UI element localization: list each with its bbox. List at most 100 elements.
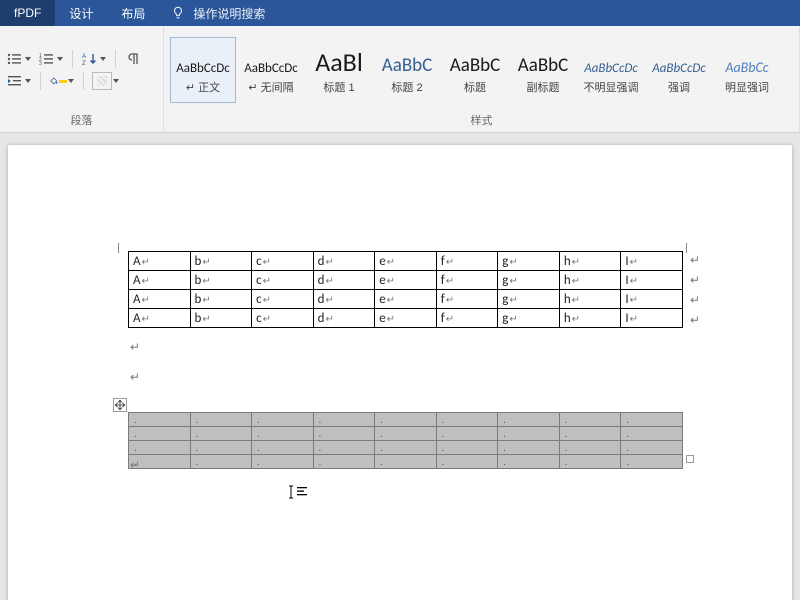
paragraph-row-2 <box>6 72 157 90</box>
tell-me-search[interactable]: 操作说明搜索 <box>169 0 265 26</box>
table-cell[interactable]: A↵ <box>129 309 191 328</box>
sort-button[interactable]: AZ <box>81 51 107 67</box>
table-cell[interactable]: . <box>559 441 621 455</box>
table-cell[interactable]: d↵ <box>313 290 375 309</box>
document-table-2[interactable]: .................................... <box>128 412 683 469</box>
table-cell[interactable]: . <box>313 455 375 469</box>
table-cell[interactable]: . <box>252 427 314 441</box>
document-table-1[interactable]: A↵b↵c↵d↵e↵f↵g↵h↵I↵A↵b↵c↵d↵e↵f↵g↵h↵I↵A↵b↵… <box>128 251 683 328</box>
table-cell[interactable]: h↵ <box>559 290 621 309</box>
table-cell[interactable]: . <box>621 427 683 441</box>
table-cell[interactable]: g↵ <box>498 271 560 290</box>
style-item-2[interactable]: AaBl标题 1 <box>306 37 372 103</box>
table-cell[interactable]: . <box>498 455 560 469</box>
table-cell[interactable]: b↵ <box>190 252 252 271</box>
table-cell[interactable]: f↵ <box>436 252 498 271</box>
table-cell[interactable]: . <box>621 441 683 455</box>
tab-layout[interactable]: 布局 <box>107 0 159 26</box>
table-cell[interactable]: . <box>436 427 498 441</box>
page[interactable]: A↵b↵c↵d↵e↵f↵g↵h↵I↵A↵b↵c↵d↵e↵f↵g↵h↵I↵A↵b↵… <box>8 145 792 600</box>
table-cell[interactable]: A↵ <box>129 252 191 271</box>
table-cell[interactable]: I↵ <box>621 309 683 328</box>
tab-pdf[interactable]: fPDF <box>0 0 55 26</box>
styles-gallery[interactable]: AaBbCcDc↵ 正文AaBbCcDc↵ 无间隔AaBl标题 1AaBbC标题… <box>170 37 793 103</box>
table-cell[interactable]: e↵ <box>375 252 437 271</box>
table-cell[interactable]: g↵ <box>498 290 560 309</box>
table-cell[interactable]: . <box>129 427 191 441</box>
table-cell[interactable]: . <box>559 427 621 441</box>
table-cell[interactable]: I↵ <box>621 271 683 290</box>
table-cell[interactable]: . <box>436 441 498 455</box>
table-cell[interactable]: . <box>313 413 375 427</box>
table-cell[interactable]: . <box>313 441 375 455</box>
show-marks-button[interactable] <box>124 51 142 67</box>
table-cell[interactable]: . <box>559 413 621 427</box>
table-cell[interactable]: h↵ <box>559 252 621 271</box>
table-cell[interactable]: . <box>621 413 683 427</box>
style-item-5[interactable]: AaBbC副标题 <box>510 37 576 103</box>
table-cell[interactable]: f↵ <box>436 290 498 309</box>
table-cell[interactable]: . <box>621 455 683 469</box>
table-cell[interactable]: . <box>375 427 437 441</box>
table-cell[interactable]: I↵ <box>621 252 683 271</box>
table-cell[interactable]: c↵ <box>252 290 314 309</box>
table-cell[interactable]: g↵ <box>498 252 560 271</box>
table-cell[interactable]: f↵ <box>436 309 498 328</box>
table-cell[interactable]: b↵ <box>190 271 252 290</box>
table-cell[interactable]: . <box>190 455 252 469</box>
table-cell[interactable]: e↵ <box>375 290 437 309</box>
table-cell[interactable]: c↵ <box>252 252 314 271</box>
style-item-1[interactable]: AaBbCcDc↵ 无间隔 <box>238 37 304 103</box>
style-item-4[interactable]: AaBbC标题 <box>442 37 508 103</box>
table-cell[interactable]: . <box>129 441 191 455</box>
table-cell[interactable]: . <box>129 413 191 427</box>
table-cell[interactable]: . <box>190 441 252 455</box>
table-cell[interactable]: h↵ <box>559 309 621 328</box>
table-cell[interactable]: . <box>498 427 560 441</box>
table-cell[interactable]: . <box>498 441 560 455</box>
table-cell[interactable]: e↵ <box>375 271 437 290</box>
table-cell[interactable]: c↵ <box>252 271 314 290</box>
table-cell[interactable]: f↵ <box>436 271 498 290</box>
numbering-button[interactable]: 123 <box>38 51 64 67</box>
table-cell[interactable]: g↵ <box>498 309 560 328</box>
style-item-7[interactable]: AaBbCcDc强调 <box>646 37 712 103</box>
table-cell[interactable]: h↵ <box>559 271 621 290</box>
style-item-3[interactable]: AaBbC标题 2 <box>374 37 440 103</box>
table-cell[interactable]: d↵ <box>313 271 375 290</box>
table-cell[interactable]: . <box>252 455 314 469</box>
table-cell[interactable]: . <box>375 413 437 427</box>
bullets-button[interactable] <box>6 51 32 67</box>
table-cell[interactable]: b↵ <box>190 309 252 328</box>
table-cell[interactable]: . <box>190 427 252 441</box>
table-cell[interactable]: . <box>252 441 314 455</box>
table-cell[interactable]: . <box>190 413 252 427</box>
ruler-tick <box>118 243 119 253</box>
table-cell[interactable]: A↵ <box>129 271 191 290</box>
tab-design[interactable]: 设计 <box>55 0 107 26</box>
table-cell[interactable]: d↵ <box>313 309 375 328</box>
style-item-0[interactable]: AaBbCcDc↵ 正文 <box>170 37 236 103</box>
table-cell[interactable]: I↵ <box>621 290 683 309</box>
style-item-8[interactable]: AaBbCc明显强词 <box>714 37 780 103</box>
chevron-down-icon <box>112 73 120 89</box>
table-cell[interactable]: c↵ <box>252 309 314 328</box>
style-item-6[interactable]: AaBbCcDc不明显强调 <box>578 37 644 103</box>
table-cell[interactable]: d↵ <box>313 252 375 271</box>
table-cell[interactable]: . <box>375 441 437 455</box>
table-cell[interactable]: . <box>436 455 498 469</box>
table-cell[interactable]: e↵ <box>375 309 437 328</box>
table-cell[interactable]: . <box>559 455 621 469</box>
indent-button[interactable] <box>6 73 32 89</box>
table-cell[interactable]: . <box>375 455 437 469</box>
table-cell[interactable]: . <box>436 413 498 427</box>
shading-button[interactable] <box>49 73 75 89</box>
table-cell[interactable]: . <box>498 413 560 427</box>
table-cell[interactable]: A↵ <box>129 290 191 309</box>
table-resize-handle[interactable] <box>686 455 694 463</box>
table-cell[interactable]: . <box>313 427 375 441</box>
table-cell[interactable]: . <box>252 413 314 427</box>
borders-button[interactable] <box>92 72 120 90</box>
table-cell[interactable]: b↵ <box>190 290 252 309</box>
table-move-handle[interactable] <box>113 398 127 412</box>
